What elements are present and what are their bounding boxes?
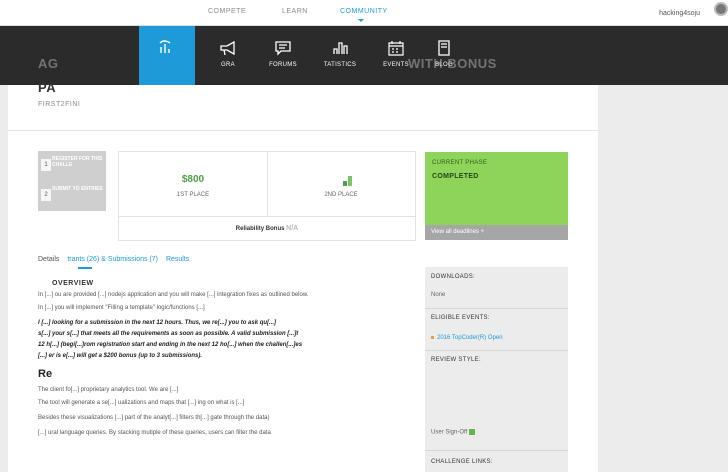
- subnav-item-statistics[interactable]: TATISTICS: [312, 26, 368, 85]
- reliability-bonus: Reliability Bonus N/A: [119, 225, 415, 232]
- step-number: 1: [41, 159, 51, 171]
- downloads-value: None: [431, 292, 446, 298]
- first-place-label: 1ST PLACE: [176, 192, 210, 198]
- paragraph: Besides these visualizations [...] part …: [38, 415, 270, 421]
- subnav-label: FORUMS: [269, 62, 297, 68]
- paragraph: In [...] you will implement "Filling a t…: [38, 305, 205, 311]
- section-heading: OVERVIEW: [52, 280, 94, 287]
- bar-chart-icon: [333, 42, 348, 54]
- bonus-notice: s[...] your s[...] that meets all the re…: [38, 331, 299, 337]
- prize-divider: [267, 152, 268, 216]
- sidebar-divider: [425, 450, 568, 451]
- submit-step[interactable]: 2 SUBMIT YO ENTRIES: [38, 181, 106, 211]
- eligible-events-heading: ELIGIBLE EVENTS:: [431, 315, 490, 321]
- step-number: 2: [41, 189, 51, 201]
- second-place-amount-redacted: [343, 176, 352, 186]
- chat-bubble-icon: [275, 41, 291, 56]
- subnav-label: GRA: [221, 62, 235, 68]
- eligible-event: 2016 TopCoder(R) Open: [431, 335, 503, 341]
- subnav-item-programs[interactable]: GRA: [200, 26, 256, 85]
- sidebar-divider: [425, 350, 568, 351]
- nav-tab-community[interactable]: COMMUNITY: [340, 8, 388, 15]
- paragraph: In [...] ou are provided [...] nodejs ap…: [38, 292, 309, 298]
- page-gutter: [598, 85, 728, 472]
- subnav-item-forums[interactable]: FORUMS: [255, 26, 311, 85]
- paragraph: The client fo[...] proprietary analytics…: [38, 387, 179, 393]
- bonus-notice: I [...] looking for a submission in the …: [38, 320, 277, 326]
- calendar-icon: [388, 41, 404, 56]
- first-place-amount: $800: [181, 174, 205, 185]
- bonus-notice: [...] er is e[...] will get a $200 bonus…: [38, 353, 203, 359]
- members-icon: [159, 40, 171, 53]
- subnav-label: TATISTICS: [323, 62, 357, 68]
- view-deadlines-link[interactable]: View all deadlines +: [425, 225, 568, 240]
- tab-details[interactable]: Details: [38, 256, 59, 263]
- current-phase-panel: CURRENT PHASE COMPLETED View all deadlin…: [425, 152, 568, 240]
- challenge-tabs: Details trants (26) & Submissions (7) Re…: [38, 256, 195, 269]
- active-tab-indicator: [358, 19, 364, 22]
- review-style-heading: REVIEW STYLE:: [431, 357, 481, 363]
- book-icon: [438, 40, 450, 56]
- avatar[interactable]: [714, 2, 728, 16]
- challenge-title-fragment: AG: [38, 56, 59, 71]
- community-subnav: GRA FORUMS TATISTICS EVENTS BLOG AG WITH…: [0, 26, 728, 86]
- prize-divider-horizontal: [119, 216, 415, 217]
- register-step-label: REGISTER FOR THIS CHALLE: [52, 156, 103, 168]
- eligible-event-link[interactable]: 2016 TopCoder(R) Open: [437, 335, 503, 341]
- nav-tab-compete[interactable]: COMPETE: [208, 8, 246, 15]
- username[interactable]: hacking4soju: [659, 10, 700, 17]
- second-place-label: 2ND PLACE: [324, 192, 358, 198]
- challenge-title: PA: [38, 80, 57, 95]
- header-divider: [8, 130, 598, 131]
- challenge-sidebar: DOWNLOADS: None ELIGIBLE EVENTS: 2016 To…: [425, 267, 568, 472]
- review-style-text: User Sign-Off: [431, 429, 468, 436]
- downloads-heading: DOWNLOADS:: [431, 274, 476, 280]
- challenge-title-fragment-right: WITH BONUS: [408, 56, 497, 71]
- challenge-description: OVERVIEW In [...] ou are provided [...] …: [38, 280, 418, 438]
- subnav-item-members[interactable]: [139, 26, 195, 86]
- bullet-icon: [431, 335, 434, 339]
- prize-box: $800 1ST PLACE 2ND PLACE Reliability Bon…: [118, 151, 416, 241]
- reliability-value: N/A: [286, 225, 299, 232]
- tab-underline: [78, 267, 92, 269]
- reliability-label: Reliability Bonus: [235, 226, 285, 232]
- tab-results[interactable]: Results: [166, 256, 189, 263]
- info-icon[interactable]: [469, 429, 476, 435]
- review-style-value: User Sign-Off: [431, 429, 476, 436]
- bonus-notice: 12 h[...] (begi[...]rom registration sta…: [38, 342, 303, 348]
- sidebar-divider: [425, 308, 568, 309]
- register-step[interactable]: 1 REGISTER FOR THIS CHALLE: [38, 151, 106, 181]
- submit-step-label: SUBMIT YO ENTRIES: [52, 186, 103, 192]
- tab-registrants[interactable]: trants (26) & Submissions (7): [67, 256, 158, 263]
- challenge-track: FIRST2FINI: [38, 101, 81, 108]
- top-nav: COMPETE LEARN COMMUNITY hacking4soju: [0, 0, 728, 26]
- challenge-links-heading: CHALLENGE LINKS:: [431, 459, 493, 465]
- phase-heading: CURRENT PHASE: [432, 160, 488, 166]
- megaphone-icon: [220, 40, 235, 56]
- phase-value: COMPLETED: [432, 173, 479, 180]
- requirements-heading: Re: [38, 368, 53, 380]
- nav-tab-learn[interactable]: LEARN: [282, 8, 308, 15]
- paragraph: The tool will generate a se[...] ualizat…: [38, 400, 245, 406]
- paragraph: [...] ural language queries. By stacking…: [38, 430, 271, 436]
